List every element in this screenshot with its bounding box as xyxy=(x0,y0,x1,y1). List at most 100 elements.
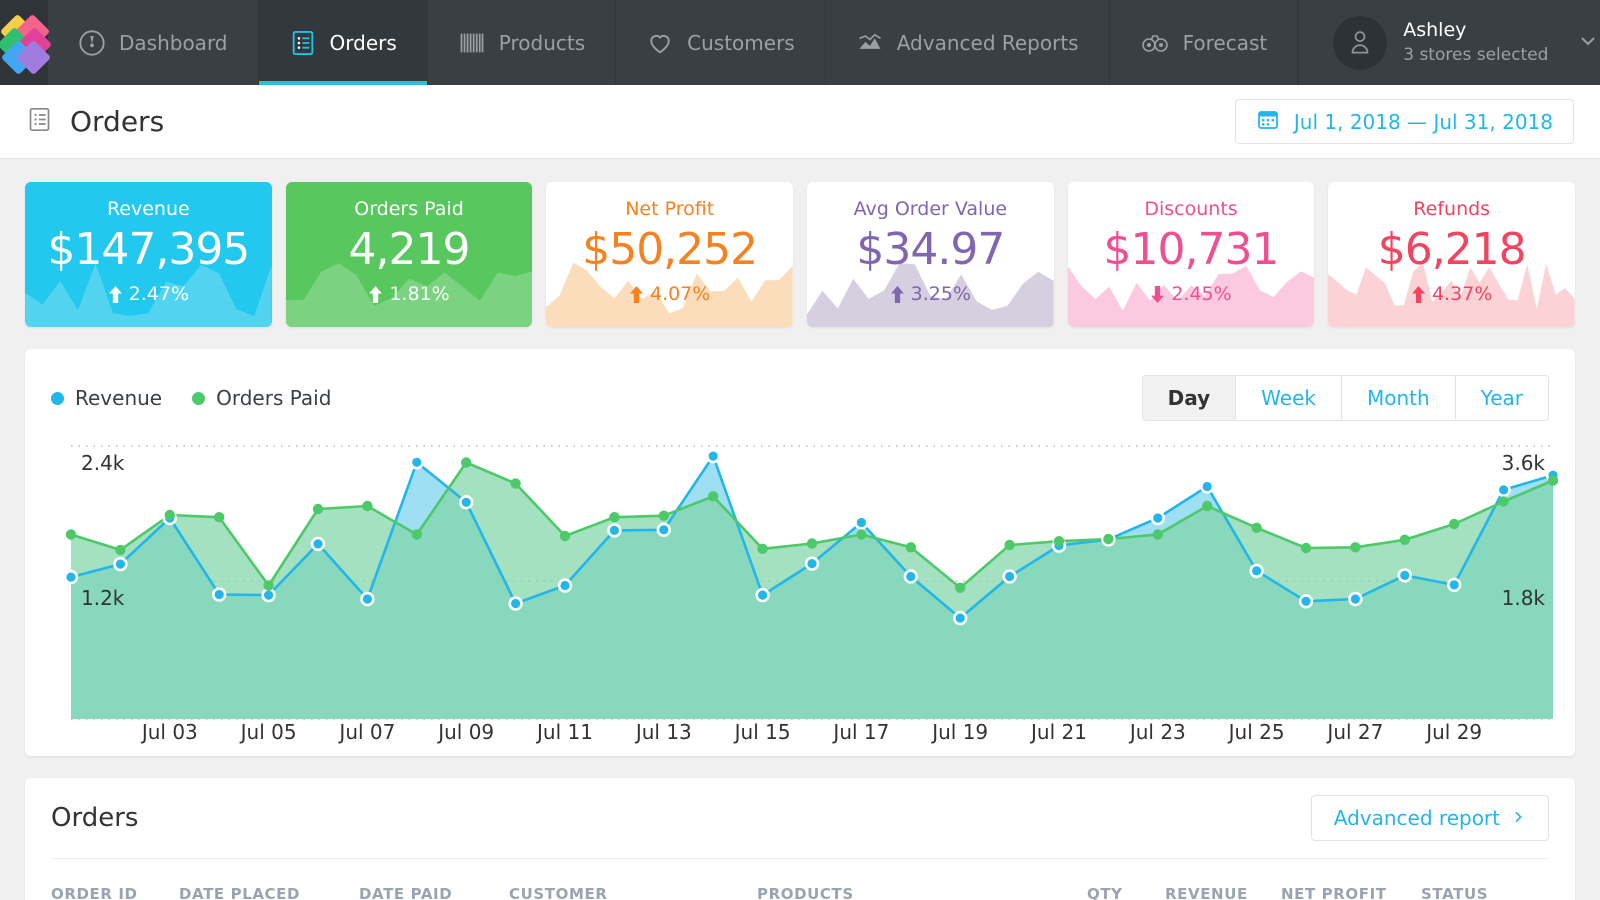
date-range-picker[interactable]: Jul 1, 2018 — Jul 31, 2018 xyxy=(1234,99,1574,144)
column-header-net-profit[interactable]: NET PROFIT xyxy=(1281,885,1421,900)
list-document-icon xyxy=(289,29,317,57)
kpi-value: $50,252 xyxy=(582,224,758,275)
top-navbar: Dashboard Orders Products Customers Adva… xyxy=(0,0,1600,85)
right-axis-tick-top: 3.6k xyxy=(1501,450,1545,475)
legend-item-orders-paid[interactable]: Orders Paid xyxy=(192,386,331,410)
chart-plot-area[interactable]: 2.4k 1.2k 3.6k 1.8k Jul 03 Jul 05 Jul 07 Ju… xyxy=(25,441,1575,756)
column-header-products[interactable]: PRODUCTS xyxy=(757,885,1087,900)
user-menu[interactable]: Ashley 3 stores selected xyxy=(1298,0,1600,85)
kpi-delta: 2.45% xyxy=(1150,283,1232,305)
kpi-row: Revenue $147,395 2.47% Orders Paid 4,219 1.81… xyxy=(0,159,1600,327)
user-store-count: 3 stores selected xyxy=(1403,44,1549,65)
granularity-day-button[interactable]: Day xyxy=(1142,376,1237,420)
column-header-date-paid[interactable]: DATE PAID xyxy=(359,885,509,900)
arrow-up-icon xyxy=(369,285,383,303)
legend-item-revenue[interactable]: Revenue xyxy=(51,386,162,410)
x-axis-tick-label: Jul 15 xyxy=(734,720,791,744)
nav-item-advanced-reports[interactable]: Advanced Reports xyxy=(826,0,1110,85)
kpi-card-orders-paid[interactable]: Orders Paid 4,219 1.81% xyxy=(285,182,533,327)
column-header-order-id[interactable]: ORDER ID xyxy=(51,885,179,900)
kpi-card-revenue[interactable]: Revenue $147,395 2.47% xyxy=(25,182,272,327)
speedometer-icon xyxy=(78,29,106,57)
chevron-down-icon[interactable] xyxy=(1576,29,1600,57)
active-tab-indicator xyxy=(258,81,427,85)
x-axis-tick-label: Jul 27 xyxy=(1327,720,1384,744)
legend-label: Revenue xyxy=(75,386,163,410)
kpi-label: Avg Order Value xyxy=(853,198,1008,220)
page-title: Orders xyxy=(70,105,165,138)
legend-dot-icon xyxy=(192,391,206,405)
kpi-label: Revenue xyxy=(106,198,190,220)
mountain-chart-icon xyxy=(856,29,884,57)
nav-label: Products xyxy=(498,30,586,55)
advanced-report-label: Advanced report xyxy=(1333,806,1500,830)
kpi-label: Discounts xyxy=(1144,198,1238,220)
x-axis-labels: Jul 03 Jul 05 Jul 07 Jul 09 Jul 11 Jul 13 Jul … xyxy=(25,720,1575,748)
kpi-card-net-profit[interactable]: Net Profit $50,252 4.07% xyxy=(546,182,794,327)
nav-label: Customers xyxy=(687,30,795,55)
nav-item-dashboard[interactable]: Dashboard xyxy=(48,0,259,85)
nav-item-customers[interactable]: Customers xyxy=(616,0,826,85)
nav-label: Forecast xyxy=(1182,30,1268,55)
chart-legend: Revenue Orders Paid xyxy=(51,386,331,410)
granularity-month-button[interactable]: Month xyxy=(1341,376,1456,420)
kpi-card-discounts[interactable]: Discounts $10,731 2.45% xyxy=(1067,182,1315,327)
list-document-icon xyxy=(26,106,53,137)
kpi-value: $34.97 xyxy=(856,224,1005,275)
orders-table-header-row: ORDER ID DATE PLACED DATE PAID CUSTOMER PROD… xyxy=(51,858,1549,900)
x-axis-tick-label: Jul 13 xyxy=(635,720,692,744)
page-header: Orders Jul 1, 2018 — Jul 31, 2018 xyxy=(0,85,1600,159)
kpi-card-refunds[interactable]: Refunds $6,218 4.37% xyxy=(1328,182,1576,327)
left-axis-tick-mid: 1.2k xyxy=(81,586,125,610)
column-header-status[interactable]: STATUS xyxy=(1421,885,1521,900)
x-axis-tick-label: Jul 07 xyxy=(339,720,396,744)
kpi-delta: 1.81% xyxy=(368,283,450,305)
right-axis-tick-mid: 1.8k xyxy=(1501,586,1545,610)
advanced-report-button[interactable]: Advanced report xyxy=(1310,795,1549,841)
app-logo[interactable] xyxy=(0,0,53,85)
x-axis-tick-label: Jul 19 xyxy=(932,720,989,744)
heart-icon xyxy=(646,29,674,57)
user-name: Ashley xyxy=(1403,19,1467,42)
column-header-revenue[interactable]: REVENUE xyxy=(1165,885,1281,900)
nav-item-orders[interactable]: Orders xyxy=(258,0,428,85)
arrow-up-icon xyxy=(890,285,904,303)
avatar xyxy=(1333,15,1388,70)
kpi-value: 4,219 xyxy=(348,224,471,275)
granularity-toggle-group: Day Week Month Year xyxy=(1141,375,1549,421)
x-axis-tick-label: Jul 21 xyxy=(1031,720,1087,744)
arrow-up-icon xyxy=(1412,285,1425,303)
orders-section-title: Orders xyxy=(51,803,139,833)
binoculars-icon xyxy=(1140,29,1170,57)
kpi-label: Net Profit xyxy=(625,198,715,220)
column-header-customer[interactable]: CUSTOMER xyxy=(509,885,757,900)
kpi-card-avg-order-value[interactable]: Avg Order Value $34.97 3.25% xyxy=(807,182,1054,327)
nav-label: Orders xyxy=(329,30,397,55)
x-axis-tick-label: Jul 17 xyxy=(833,720,890,744)
x-axis-tick-label: Jul 11 xyxy=(537,720,593,744)
kpi-value: $6,218 xyxy=(1377,224,1527,275)
kpi-delta: 4.07% xyxy=(629,283,710,305)
x-axis-tick-label: Jul 03 xyxy=(141,720,198,744)
left-axis-tick-top: 2.4k xyxy=(81,450,125,475)
kpi-value: $10,731 xyxy=(1103,224,1280,275)
kpi-label: Orders Paid xyxy=(354,198,464,220)
arrow-up-icon xyxy=(630,285,643,303)
x-axis-tick-label: Jul 09 xyxy=(438,720,495,744)
person-icon xyxy=(1351,30,1369,53)
nav-label: Dashboard xyxy=(119,30,228,55)
x-axis-tick-label: Jul 29 xyxy=(1426,720,1483,744)
revenue-orders-chart-card: Revenue Orders Paid Day Week Month Year 2.4… xyxy=(25,349,1575,756)
barcode-icon xyxy=(458,29,486,57)
granularity-week-button[interactable]: Week xyxy=(1236,376,1342,420)
x-axis-tick-label: Jul 23 xyxy=(1129,720,1186,744)
column-header-qty[interactable]: QTY xyxy=(1087,885,1165,900)
nav-item-products[interactable]: Products xyxy=(428,0,617,85)
arrow-up-icon xyxy=(108,285,122,303)
chevron-right-icon xyxy=(1510,806,1526,830)
kpi-delta: 2.47% xyxy=(108,283,189,305)
nav-item-forecast[interactable]: Forecast xyxy=(1110,0,1299,85)
column-header-date-placed[interactable]: DATE PLACED xyxy=(179,885,359,900)
granularity-year-button[interactable]: Year xyxy=(1455,376,1548,420)
arrow-down-icon xyxy=(1151,285,1165,303)
